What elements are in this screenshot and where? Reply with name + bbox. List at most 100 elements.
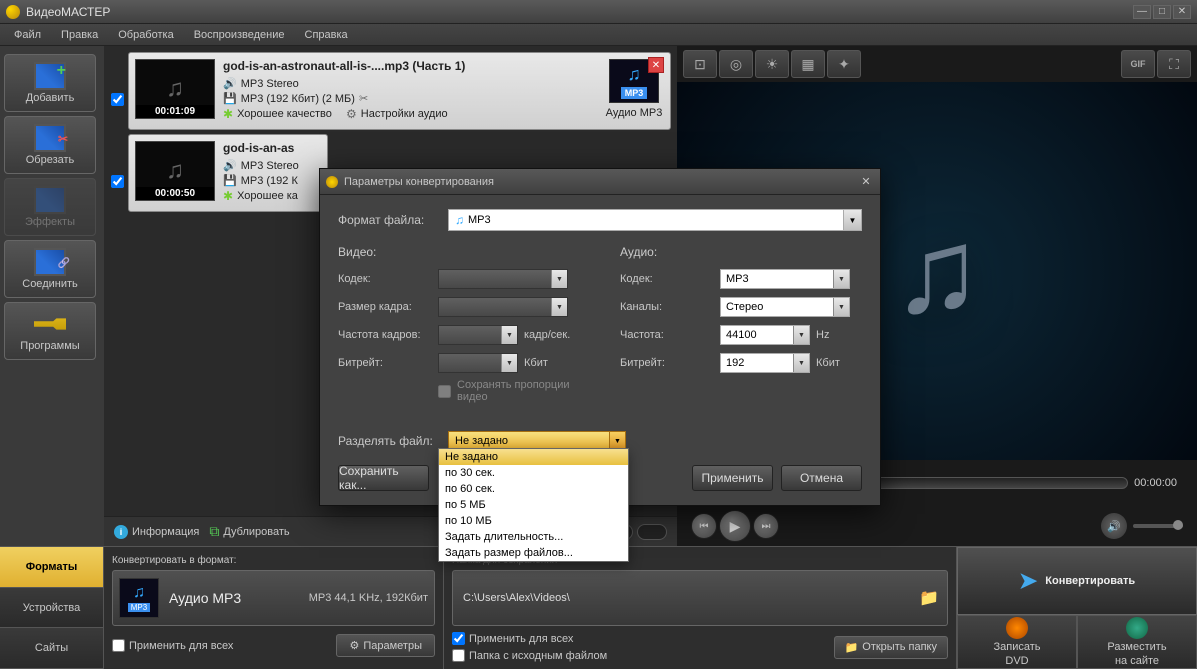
burn-dvd-button[interactable]: Записать DVD bbox=[957, 615, 1077, 669]
brightness-tool[interactable]: ☀ bbox=[755, 50, 789, 78]
music-note-icon: ♫ bbox=[166, 157, 184, 185]
play-button[interactable]: ▶ bbox=[719, 510, 751, 542]
dropdown-option[interactable]: по 60 сек. bbox=[439, 481, 628, 497]
snapshot-tool[interactable]: ◎ bbox=[719, 50, 753, 78]
sidebar: Добавить Обрезать Эффекты Соединить Прог… bbox=[0, 46, 104, 546]
file-checkbox[interactable] bbox=[111, 175, 124, 188]
sidebar-programs[interactable]: Программы bbox=[4, 302, 96, 360]
disk-icon: 💾 bbox=[223, 174, 237, 187]
save-path[interactable]: C:\Users\Alex\Videos\ 📁 bbox=[452, 570, 948, 626]
cancel-button[interactable]: Отмена bbox=[781, 465, 862, 491]
close-button[interactable]: ✕ bbox=[1173, 5, 1191, 19]
menu-help[interactable]: Справка bbox=[295, 26, 358, 44]
freq-unit: Hz bbox=[816, 329, 829, 341]
crop-tool[interactable]: ⊡ bbox=[683, 50, 717, 78]
tab-formats[interactable]: Форматы bbox=[0, 547, 104, 588]
volume-slider[interactable] bbox=[1133, 524, 1183, 528]
add-icon bbox=[34, 62, 66, 90]
dialog-close-button[interactable]: ✕ bbox=[858, 175, 874, 189]
file-format-combo[interactable]: ♫ MP3 ▼ bbox=[448, 209, 862, 231]
audio-codec-combo[interactable]: MP3▼ bbox=[720, 269, 850, 289]
note-icon: ♫ bbox=[455, 213, 464, 227]
minimize-button[interactable]: — bbox=[1133, 5, 1151, 19]
star-icon: ✱ bbox=[223, 107, 233, 121]
gear-icon[interactable]: ⚙ bbox=[346, 107, 357, 121]
frame-tool[interactable]: ▦ bbox=[791, 50, 825, 78]
remove-file-button[interactable]: ✕ bbox=[648, 57, 664, 73]
file-codec: MP3 (192 К bbox=[241, 175, 298, 187]
sidebar-cut-label: Обрезать bbox=[26, 154, 75, 166]
upload-site-button[interactable]: Разместить на сайте bbox=[1077, 615, 1197, 669]
file-item[interactable]: ♫ 00:01:09 god-is-an-astronaut-all-is-..… bbox=[128, 52, 671, 130]
audio-codec-label: Кодек: bbox=[620, 273, 720, 285]
video-bitrate-combo: ▼ bbox=[438, 353, 518, 373]
sidebar-cut[interactable]: Обрезать bbox=[4, 116, 96, 174]
gear-icon: ⚙ bbox=[349, 639, 359, 652]
keep-ratio-checkbox bbox=[438, 385, 451, 398]
params-button[interactable]: ⚙Параметры bbox=[336, 634, 435, 657]
folder-icon[interactable]: 📁 bbox=[919, 588, 939, 608]
save-as-button[interactable]: Сохранить как... bbox=[338, 465, 429, 491]
info-button[interactable]: iИнформация bbox=[114, 525, 199, 539]
globe-icon bbox=[1126, 617, 1148, 639]
folder-icon: 📁 bbox=[845, 641, 859, 654]
dropdown-option[interactable]: по 10 МБ bbox=[439, 513, 628, 529]
tab-sites[interactable]: Сайты bbox=[0, 628, 104, 669]
bitrate-unit: Кбит bbox=[524, 357, 548, 369]
sidebar-effects: Эффекты bbox=[4, 178, 96, 236]
duplicate-icon: ⧉ bbox=[209, 523, 219, 540]
format-name: Аудио MP3 bbox=[169, 590, 241, 606]
dropdown-option[interactable]: Задать длительность... bbox=[439, 529, 628, 545]
sidebar-add[interactable]: Добавить bbox=[4, 54, 96, 112]
maximize-button[interactable]: □ bbox=[1153, 5, 1171, 19]
tab-devices[interactable]: Устройства bbox=[0, 588, 104, 629]
speed-tool[interactable]: ✦ bbox=[827, 50, 861, 78]
file-item[interactable]: ♫ 00:00:50 god-is-an-as 🔊MP3 Stereo 💾MP3… bbox=[128, 134, 328, 212]
next-button[interactable]: ⏭ bbox=[753, 513, 779, 539]
audio-header: Аудио: bbox=[620, 245, 862, 259]
format-section: Конвертировать в формат: ♫MP3 Аудио MP3 … bbox=[104, 547, 444, 669]
dropdown-option[interactable]: по 30 сек. bbox=[439, 465, 628, 481]
dropdown-option[interactable]: Задать размер файлов... bbox=[439, 545, 628, 561]
menu-file[interactable]: Файл bbox=[4, 26, 51, 44]
mp3-badge: MP3 bbox=[128, 603, 150, 612]
freq-combo[interactable]: 44100▼ bbox=[720, 325, 810, 345]
star-icon: ✱ bbox=[223, 189, 233, 203]
dialog-titlebar[interactable]: Параметры конвертирования ✕ bbox=[320, 169, 880, 195]
channels-combo[interactable]: Стерео▼ bbox=[720, 297, 850, 317]
gif-button[interactable]: GIF bbox=[1121, 50, 1155, 78]
fps-label: Частота кадров: bbox=[338, 329, 438, 341]
open-folder-button[interactable]: 📁Открыть папку bbox=[834, 636, 948, 659]
file-checkbox[interactable] bbox=[111, 93, 124, 106]
cut-icon bbox=[34, 124, 66, 152]
split-label: Разделять файл: bbox=[338, 434, 448, 448]
duplicate-button[interactable]: ⧉Дублировать bbox=[209, 523, 289, 540]
menu-playback[interactable]: Воспроизведение bbox=[184, 26, 295, 44]
format-selector[interactable]: ♫MP3 Аудио MP3 MP3 44,1 KHz, 192Кбит bbox=[112, 570, 435, 626]
dropdown-option[interactable]: по 5 МБ bbox=[439, 497, 628, 513]
prev-button[interactable]: ⏮ bbox=[691, 513, 717, 539]
effects-icon bbox=[34, 186, 66, 214]
view-toggle-3[interactable] bbox=[637, 524, 667, 540]
fullscreen-button[interactable]: ⛶ bbox=[1157, 50, 1191, 78]
source-folder-checkbox[interactable]: Папка с исходным файлом bbox=[452, 649, 607, 662]
file-settings[interactable]: Настройки аудио bbox=[361, 108, 448, 120]
arrow-icon: ➤ bbox=[1019, 568, 1037, 594]
file-format-value: MP3 bbox=[468, 214, 491, 226]
dialog-title: Параметры конвертирования bbox=[344, 176, 858, 188]
audio-bitrate-combo[interactable]: 192▼ bbox=[720, 353, 810, 373]
format-badge-label: Аудио MP3 bbox=[606, 107, 663, 119]
volume-icon[interactable]: 🔊 bbox=[1101, 513, 1127, 539]
scissors-icon[interactable]: ✂ bbox=[359, 92, 368, 105]
format-desc: MP3 bbox=[309, 592, 332, 604]
menu-process[interactable]: Обработка bbox=[108, 26, 183, 44]
dropdown-option[interactable]: Не задано bbox=[439, 449, 628, 465]
split-dropdown[interactable]: Не задано по 30 сек. по 60 сек. по 5 МБ … bbox=[438, 448, 629, 562]
menu-edit[interactable]: Правка bbox=[51, 26, 108, 44]
sidebar-join[interactable]: Соединить bbox=[4, 240, 96, 298]
apply-all-save-checkbox[interactable]: Применить для всех bbox=[452, 632, 607, 645]
convert-button[interactable]: ➤ Конвертировать bbox=[957, 547, 1197, 615]
apply-button[interactable]: Применить bbox=[692, 465, 773, 491]
file-format-label: Формат файла: bbox=[338, 213, 448, 227]
apply-all-checkbox[interactable]: Применить для всех bbox=[112, 639, 233, 652]
